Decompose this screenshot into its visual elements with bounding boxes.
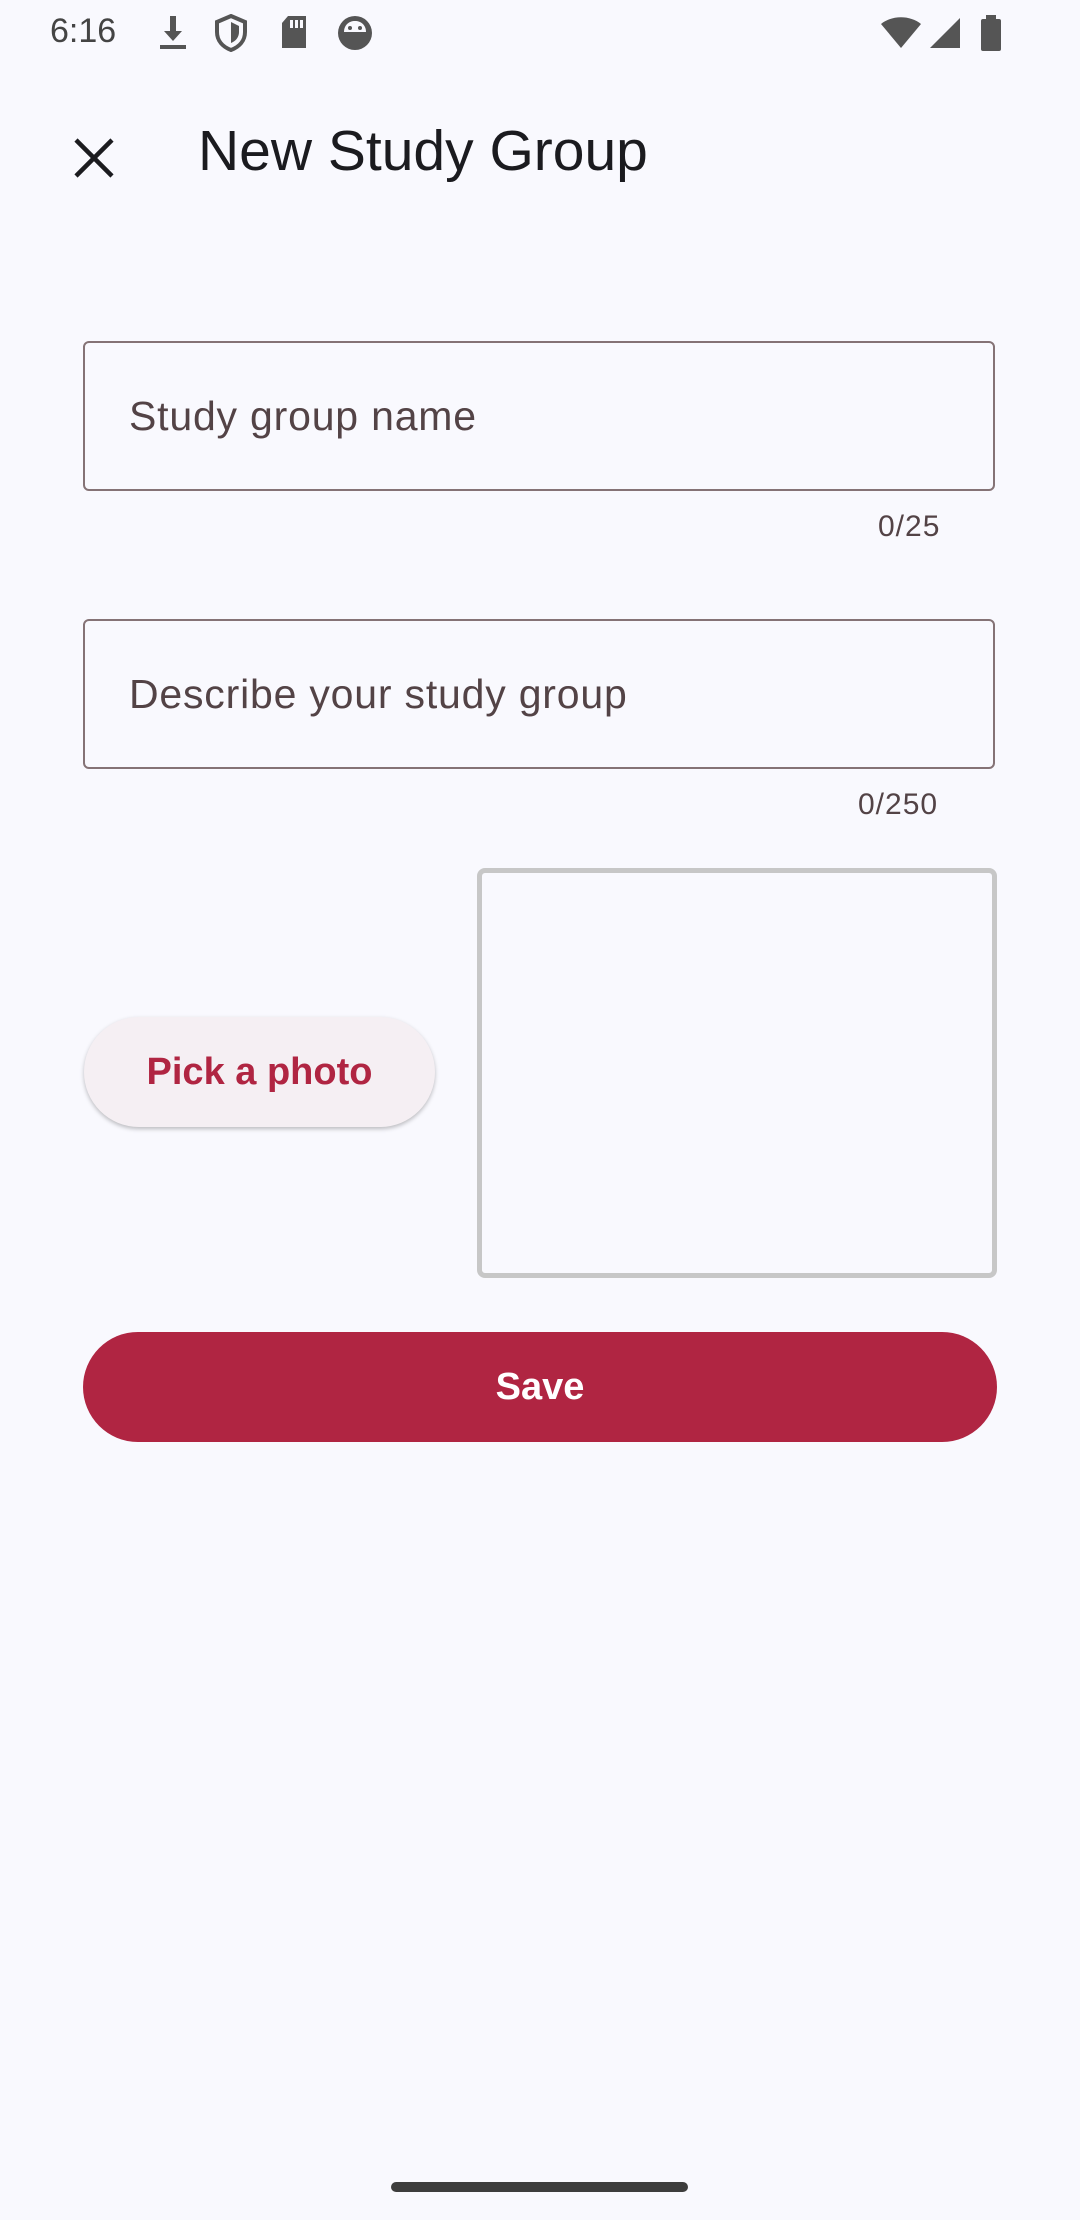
study-group-name-field[interactable]: Study group name bbox=[83, 341, 995, 491]
sd-card-icon bbox=[279, 14, 309, 55]
page-title: New Study Group bbox=[198, 119, 648, 183]
top-app-bar: New Study Group bbox=[0, 90, 1080, 220]
status-time: 6:16 bbox=[50, 12, 117, 50]
save-button[interactable]: Save bbox=[83, 1332, 997, 1442]
save-label: Save bbox=[495, 1365, 585, 1408]
home-indicator[interactable] bbox=[391, 2182, 688, 2192]
name-char-counter: 0/25 bbox=[878, 510, 941, 543]
battery-icon bbox=[979, 14, 1003, 57]
cellular-signal-icon bbox=[928, 16, 962, 55]
status-bar: 6:16 bbox=[0, 0, 1080, 64]
close-icon bbox=[74, 138, 114, 178]
study-group-name-placeholder: Study group name bbox=[129, 392, 477, 439]
android-face-icon bbox=[336, 14, 374, 57]
close-button[interactable] bbox=[50, 114, 138, 202]
pick-photo-button[interactable]: Pick a photo bbox=[84, 1017, 435, 1127]
photo-preview bbox=[477, 868, 997, 1278]
shield-icon bbox=[214, 13, 248, 57]
description-field[interactable]: Describe your study group bbox=[83, 619, 995, 769]
pick-photo-label: Pick a photo bbox=[146, 1050, 373, 1093]
wifi-icon bbox=[880, 16, 922, 55]
description-char-counter: 0/250 bbox=[858, 788, 939, 821]
description-placeholder: Describe your study group bbox=[129, 670, 628, 717]
download-icon bbox=[156, 14, 190, 55]
